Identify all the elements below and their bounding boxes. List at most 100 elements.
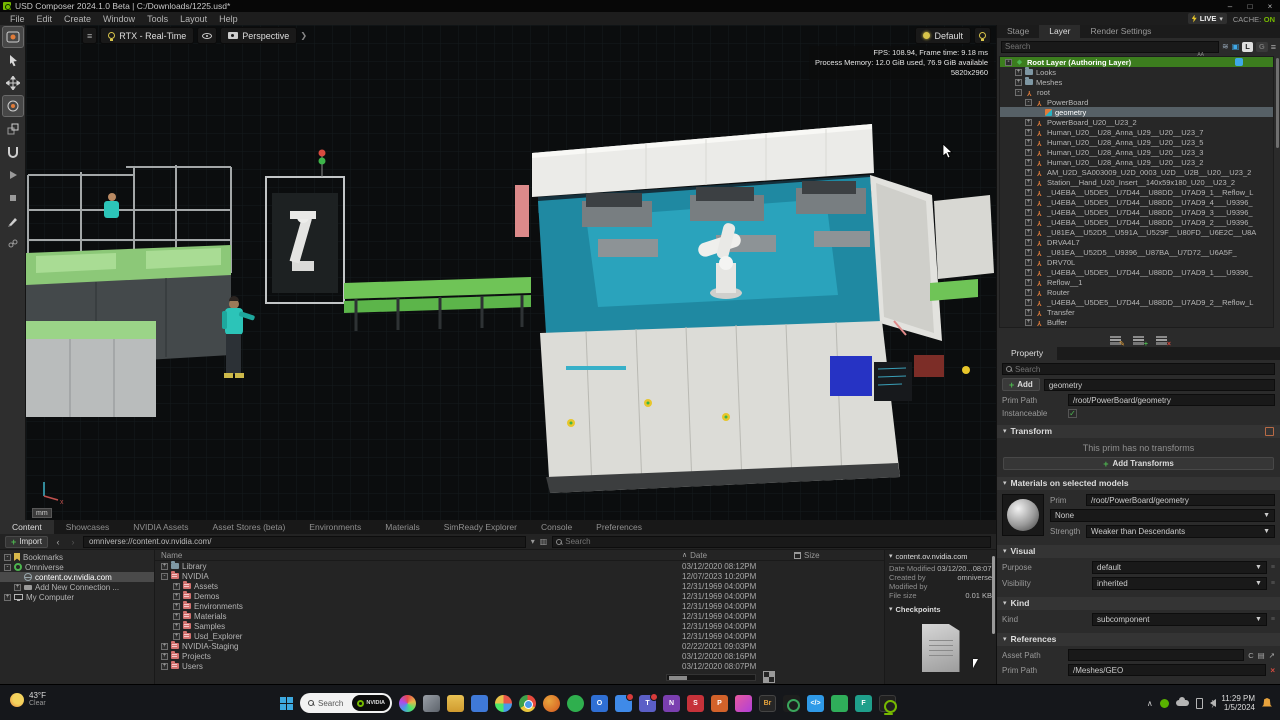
layer-tree-row[interactable]: +AM_U2D_SA003009_U2D_0003_U2D__U2B__U20_… [1000, 167, 1273, 177]
details-scrollbar[interactable] [992, 556, 995, 634]
physics-tool[interactable] [3, 234, 23, 254]
expander-toggle[interactable]: + [1015, 79, 1022, 86]
expander-toggle[interactable]: - [161, 573, 168, 580]
menu-item[interactable]: Create [58, 14, 97, 24]
file-row[interactable]: +Users03/12/2020 08:07PM [155, 661, 884, 671]
volume-icon[interactable]: ) [1210, 699, 1215, 708]
add-layer-icon[interactable] [1133, 336, 1144, 345]
stop-button[interactable] [3, 188, 23, 208]
layer-tree-row[interactable]: -Root Layer (Authoring Layer) [1000, 57, 1273, 67]
panel-tab[interactable]: Layer [1039, 25, 1080, 38]
layer-options-icon[interactable]: ≡ [1271, 42, 1276, 52]
expander-toggle[interactable]: + [14, 584, 21, 591]
materials-section-header[interactable]: ▾Materials on selected models [997, 477, 1280, 490]
property-search-input[interactable] [1015, 365, 1271, 374]
outlook-icon[interactable]: O [591, 695, 608, 712]
content-tab[interactable]: Environments [297, 520, 373, 534]
content-tab[interactable]: Materials [373, 520, 431, 534]
material-prim-field[interactable]: /root/PowerBoard/geometry [1086, 494, 1275, 506]
f-app-icon[interactable]: F [855, 695, 872, 712]
renderer-select[interactable]: RTX - Real-Time [100, 27, 194, 44]
asset-path-field[interactable] [1068, 649, 1244, 661]
layer-search-input[interactable] [1005, 42, 1215, 51]
rotate-tool[interactable] [3, 96, 23, 116]
teams-icon[interactable]: T [639, 695, 656, 712]
expander-toggle[interactable]: + [173, 603, 180, 610]
firefox-icon[interactable] [543, 695, 560, 712]
thumbnail-size-slider[interactable] [666, 674, 756, 681]
vscode-icon[interactable]: </> [807, 695, 824, 712]
layer-tree-row[interactable]: +Router [1000, 287, 1273, 297]
layer-tree-row[interactable]: +_U81EA__U52D5__U591A__U529F__U80FD__U6E… [1000, 227, 1273, 237]
property-tab[interactable]: Property [997, 347, 1057, 360]
content-tab[interactable]: NVIDIA Assets [121, 520, 200, 534]
tree-item-bookmarks[interactable]: -Bookmarks [0, 552, 154, 562]
layer-tree-row[interactable]: +PowerBoard_U20__U23_2 [1000, 117, 1273, 127]
phone-link-icon[interactable] [1196, 698, 1203, 709]
content-tab[interactable]: Showcases [54, 520, 121, 534]
layer-tree-row[interactable]: +_U4EBA__U5DE5__U7D44__U88DD__U7AD9_2___… [1000, 217, 1273, 227]
flatten-icon[interactable]: ≋ [1222, 42, 1229, 51]
expander-toggle[interactable]: + [1025, 139, 1032, 146]
layer-tree-row[interactable]: +_U4EBA__U5DE5__U7D44__U88DD__U7AD9_1__R… [1000, 187, 1273, 197]
visual-section-header[interactable]: ▾Visual [997, 545, 1280, 558]
expander-toggle[interactable]: + [1025, 259, 1032, 266]
omniverse-app-icon[interactable] [879, 695, 896, 712]
menu-item[interactable]: File [4, 14, 31, 24]
panel-tab[interactable]: Stage [997, 25, 1039, 38]
expander-toggle[interactable]: - [4, 554, 11, 561]
expand-toolbar-icon[interactable]: ❯ [300, 31, 307, 40]
details-header[interactable]: ▾content.ov.nvidia.com [889, 552, 992, 564]
layer-tree-row[interactable]: +DRVA4L7 [1000, 237, 1273, 247]
tree-item-my-computer[interactable]: +My Computer [0, 592, 154, 602]
lighting-preset-button[interactable]: Default [915, 27, 971, 44]
edit-layer-icon[interactable] [1110, 336, 1121, 345]
taskbar-search[interactable]: Search NVIDIA [300, 693, 392, 713]
expander-toggle[interactable]: + [1025, 129, 1032, 136]
mail-icon[interactable] [615, 695, 632, 712]
file-row[interactable]: +Library03/12/2020 08:12PM [155, 561, 884, 571]
layer-tree-row[interactable]: -root [1000, 87, 1273, 97]
camera-select[interactable]: Perspective [220, 27, 297, 44]
maximize-button[interactable]: □ [1240, 2, 1260, 11]
import-button[interactable]: +Import [5, 536, 48, 548]
content-tab[interactable]: Content [0, 520, 54, 534]
prim-name-field[interactable]: geometry [1044, 379, 1275, 391]
onedrive-icon[interactable] [1176, 700, 1189, 706]
store-icon[interactable] [567, 695, 584, 712]
expander-toggle[interactable]: + [1025, 179, 1032, 186]
browse-folder-icon[interactable]: ▤ [1258, 651, 1265, 660]
live-toggle[interactable]: LIVE ▾ [1188, 13, 1227, 24]
column-date[interactable]: ∧Date [682, 551, 794, 560]
clock[interactable]: 11:29 PM1/5/2024 [1221, 694, 1255, 712]
tree-item-omniverse[interactable]: -Omniverse [0, 562, 154, 572]
layer-tree-scrollbar[interactable] [1276, 58, 1279, 148]
kind-section-header[interactable]: ▾Kind [997, 597, 1280, 610]
menu-item[interactable]: Window [97, 14, 141, 24]
open-external-icon[interactable]: ↗ [1269, 651, 1275, 660]
layer-tree-row[interactable]: +Reflow__1 [1000, 277, 1273, 287]
tree-item-server[interactable]: content.ov.nvidia.com [0, 572, 154, 582]
file-row[interactable]: +Assets12/31/1969 04:00PM [155, 581, 884, 591]
visibility-button[interactable] [197, 27, 217, 44]
chrome-icon[interactable] [519, 695, 536, 712]
property-search[interactable] [1002, 363, 1275, 375]
instanceable-checkbox[interactable]: ✓ [1068, 409, 1077, 418]
select-tool[interactable] [3, 50, 23, 70]
checkpoint-icon[interactable]: C [1248, 651, 1253, 660]
file-row[interactable]: +Demos12/31/1969 04:00PM [155, 591, 884, 601]
expander-toggle[interactable]: + [1025, 189, 1032, 196]
material-select[interactable]: None▼ [1050, 509, 1275, 522]
file-row[interactable]: +NVIDIA-Staging02/22/2021 09:03PM [155, 641, 884, 651]
close-button[interactable]: × [1260, 2, 1280, 11]
expander-toggle[interactable]: + [1025, 309, 1032, 316]
screen-share-icon[interactable] [831, 695, 848, 712]
layer-tree-row[interactable]: +Transfer [1000, 307, 1273, 317]
photos-icon[interactable] [735, 695, 752, 712]
path-input[interactable] [83, 536, 526, 548]
pinwheel-icon[interactable] [495, 695, 512, 712]
purpose-select[interactable]: default▼ [1092, 561, 1267, 574]
forward-button[interactable]: › [68, 537, 78, 547]
expander-toggle[interactable]: + [1025, 269, 1032, 276]
content-tab[interactable]: Preferences [584, 520, 654, 534]
